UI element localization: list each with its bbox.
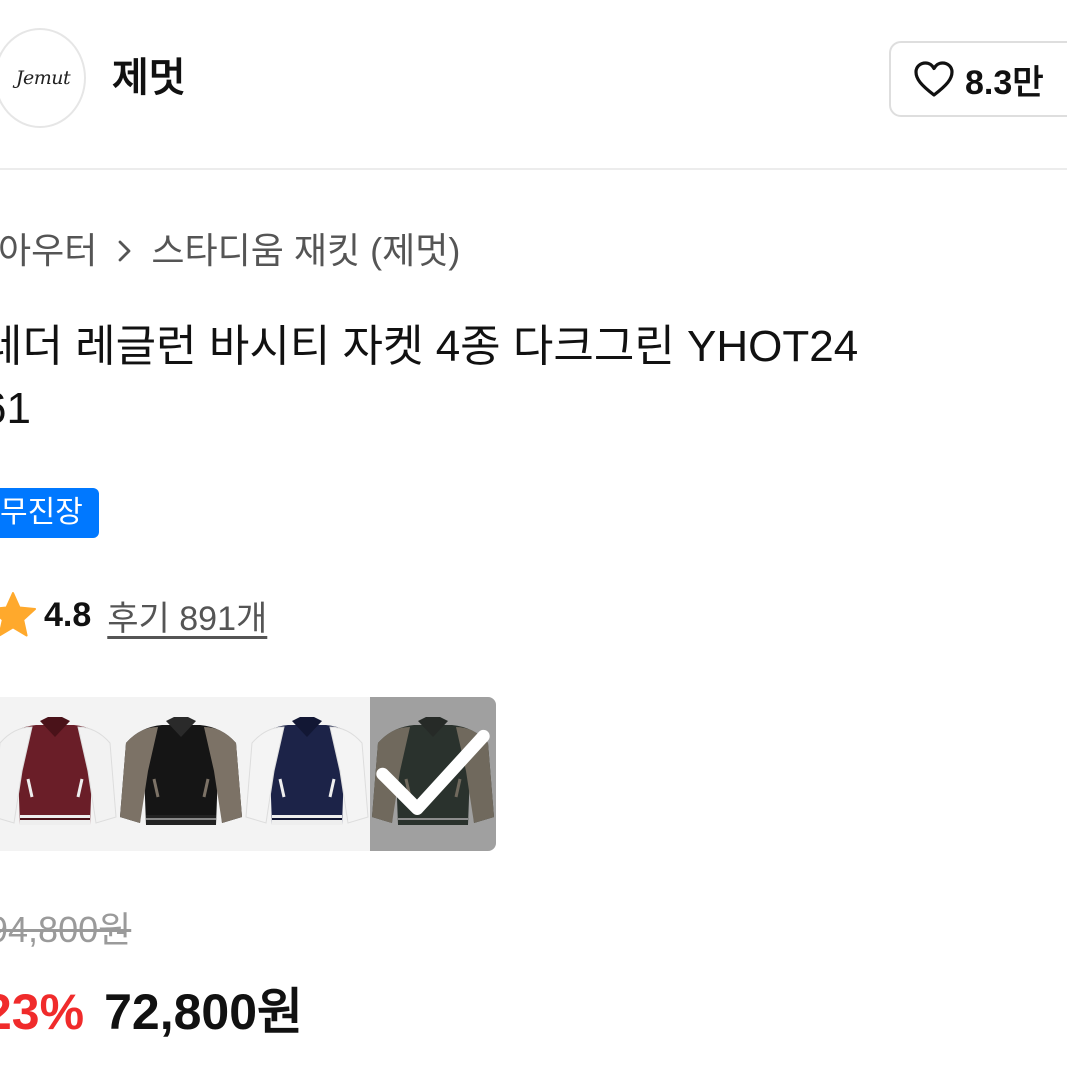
breadcrumb-item-outer[interactable]: 아우터 (0, 228, 97, 274)
rating-value: 4.8 (44, 595, 92, 634)
jacket-thumbnail-burgundy (0, 697, 118, 851)
color-option-black[interactable] (118, 697, 244, 851)
like-button[interactable]: 8.3만 (889, 41, 1067, 117)
sale-price: 72,800원 (104, 984, 304, 1040)
brand-logo-text: Jemut (15, 67, 71, 89)
color-option-burgundy[interactable] (0, 697, 118, 851)
header-divider (0, 168, 1067, 170)
original-price: 94,800원 (0, 909, 132, 950)
product-title-line-1: 레더 레글런 바시티 자켓 4종 다크그린 YHOT24 (0, 322, 859, 371)
price-row: 23% 72,800원 (0, 972, 303, 1044)
jacket-thumbnail-black (118, 697, 244, 851)
rating-summary: 4.8 후기 891개 (0, 590, 267, 640)
check-icon (376, 729, 490, 815)
like-count: 8.3만 (965, 63, 1044, 102)
shipping-badge: 무진장 (0, 488, 99, 538)
review-count-link[interactable]: 후기 891개 (107, 591, 267, 640)
breadcrumb-item-category[interactable]: 스타디움 재킷 (제멋) (151, 228, 460, 274)
product-title-line-2: 61 (0, 384, 31, 433)
brand-name[interactable]: 제멋 (112, 52, 186, 104)
color-options (0, 697, 496, 851)
star-icon (0, 592, 36, 637)
discount-rate: 23% (0, 984, 85, 1040)
color-option-dark-green[interactable] (370, 697, 496, 851)
heart-icon (914, 61, 954, 97)
brand-logo[interactable]: Jemut (0, 28, 86, 128)
color-option-navy[interactable] (244, 697, 370, 851)
jacket-thumbnail-navy (244, 697, 370, 851)
breadcrumb: 아우터 스타디움 재킷 (제멋) (0, 228, 460, 274)
product-title: 레더 레글런 바시티 자켓 4종 다크그린 YHOT24 61 (0, 316, 1067, 440)
chevron-right-icon (117, 238, 133, 264)
